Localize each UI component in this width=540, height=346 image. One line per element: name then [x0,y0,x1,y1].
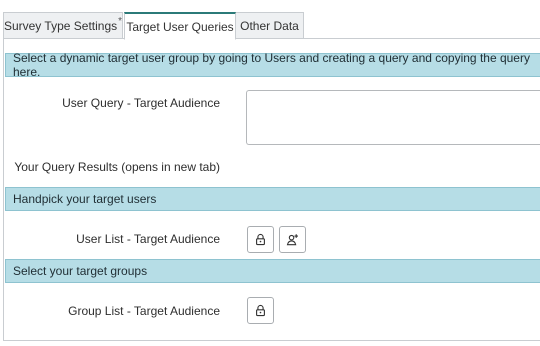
group-list-unlock-button[interactable] [247,297,274,324]
tab-other-data[interactable]: Other Data [235,12,304,39]
section-title: Select a dynamic target user group by go… [13,51,530,79]
user-list-unlock-button[interactable] [247,226,274,253]
section-header-groups: Select your target groups [5,259,540,283]
form-container: Survey Type Settings * Target User Querie… [0,0,540,346]
add-user-icon [286,234,298,246]
user-list-label: User List - Target Audience [76,232,220,246]
required-marker: * [118,16,123,27]
lock-icon [256,304,265,317]
section-header-handpick: Handpick your target users [5,187,540,211]
add-user-button[interactable] [279,226,306,253]
user-query-input[interactable] [246,90,540,145]
tab-survey-type-settings[interactable]: Survey Type Settings * [3,12,123,39]
tab-target-user-queries[interactable]: Target User Queries [124,12,236,40]
user-query-label: User Query - Target Audience [62,96,220,110]
tab-label: Other Data [240,18,299,33]
tab-label: Target User Queries [126,19,234,34]
section-title: Select your target groups [13,264,148,278]
lock-icon [256,233,265,246]
group-list-label: Group List - Target Audience [68,304,220,318]
section-header-dynamic: Select a dynamic target user group by go… [5,51,540,79]
query-results-link[interactable]: Your Query Results (opens in new tab) [14,160,220,174]
tab-label: Survey Type Settings [3,18,118,33]
section-title: Handpick your target users [13,192,157,206]
